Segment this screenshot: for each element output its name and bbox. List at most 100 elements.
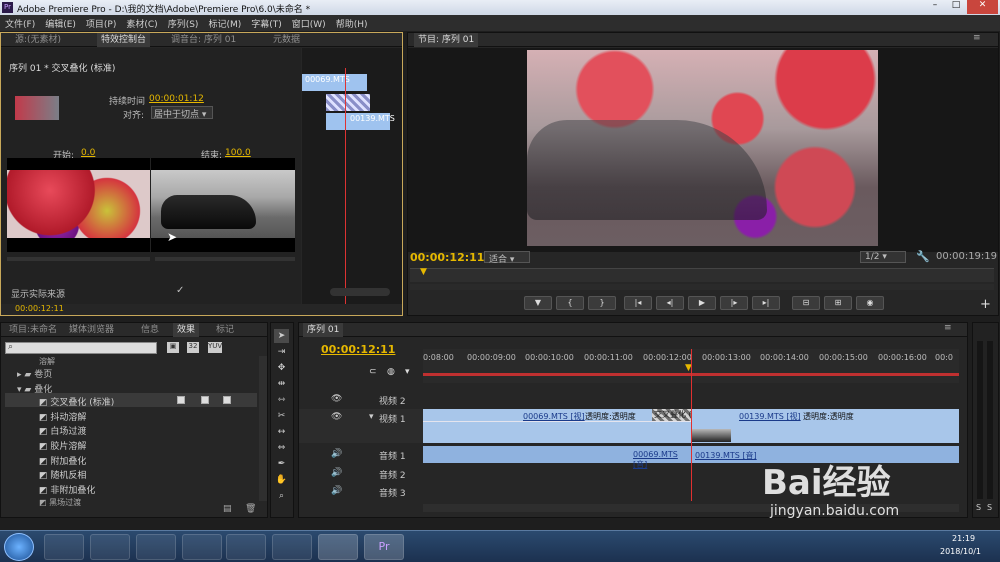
effects-search-input[interactable]: ⌕	[5, 342, 157, 354]
linked-selection-icon[interactable]: ◍	[387, 367, 395, 377]
duration-value[interactable]: 00:00:01:12	[149, 94, 204, 104]
tab-audio-mixer[interactable]: 调音台: 序列 01	[167, 33, 240, 47]
export-frame-button[interactable]: ◉	[856, 296, 884, 310]
taskbar-qq-icon[interactable]	[136, 534, 176, 560]
a2-speaker-icon[interactable]: 🔊	[331, 468, 342, 478]
wrench-icon[interactable]: 🔧	[916, 250, 930, 263]
effect-timecode[interactable]: 00:00:12:11	[15, 304, 64, 313]
menu-marker[interactable]: 标记(M)	[203, 15, 246, 32]
program-time-ruler[interactable]: ▼	[410, 267, 994, 282]
menu-edit[interactable]: 编辑(E)	[40, 15, 81, 32]
ripple-edit-tool-icon[interactable]: ✥	[274, 361, 289, 375]
lift-button[interactable]: ⊟	[792, 296, 820, 310]
add-button-icon[interactable]: +	[980, 297, 991, 312]
close-button[interactable]: ✕	[967, 0, 998, 14]
tab-source[interactable]: 源:(无素材)	[11, 33, 65, 47]
effect-cross-dissolve[interactable]: ◩ 交叉叠化 (标准)	[39, 395, 114, 408]
a1-speaker-icon[interactable]: 🔊	[331, 449, 342, 459]
tab-markers[interactable]: 标记	[212, 323, 238, 337]
extract-button[interactable]: ⊞	[824, 296, 852, 310]
tab-media-browser[interactable]: 媒体浏览器	[65, 323, 118, 337]
go-to-in-button[interactable]: |◂	[624, 296, 652, 310]
clip-audio-00069[interactable]: 00069.MTS [音]	[423, 446, 691, 469]
slip-tool-icon[interactable]: ↔	[274, 425, 289, 439]
tab-info[interactable]: 信息	[137, 323, 163, 337]
accelerated-effects-icon[interactable]: ▣	[167, 342, 179, 353]
menu-clip[interactable]: 素材(C)	[121, 15, 162, 32]
rolling-edit-tool-icon[interactable]: ⇹	[274, 377, 289, 391]
selection-tool-icon[interactable]: ➤	[274, 329, 289, 343]
fit-dropdown[interactable]: 适合 ▾	[484, 251, 530, 265]
opacity-label-b[interactable]: 透明度:透明度	[803, 411, 854, 422]
32bit-effects-icon[interactable]: 32	[187, 342, 199, 353]
panel-menu-icon[interactable]: ≡	[973, 33, 981, 43]
tab-metadata[interactable]: 元数据	[269, 33, 304, 47]
v2-visibility-icon[interactable]: 👁	[331, 394, 342, 404]
solo-right-button[interactable]: S	[987, 503, 992, 512]
align-dropdown[interactable]: 居中于切点 ▾	[151, 106, 213, 120]
taskbar-player-icon[interactable]	[182, 534, 222, 560]
start-button[interactable]	[4, 533, 34, 561]
show-source-checkbox[interactable]: ✓	[176, 285, 184, 296]
effect-film-dissolve[interactable]: ◩ 胶片溶解	[39, 439, 86, 452]
menu-window[interactable]: 窗口(W)	[287, 15, 331, 32]
timeline-marker-icon[interactable]: ▾	[405, 367, 410, 377]
zoom-tool-icon[interactable]: ⌕	[274, 489, 289, 503]
v1-collapse-icon[interactable]: ▾	[369, 412, 374, 422]
end-slider[interactable]	[155, 257, 295, 261]
folder-wipe-row[interactable]: ▸ ▰ 卷页	[17, 367, 52, 380]
program-timecode[interactable]: 00:00:12:11	[410, 251, 484, 264]
opacity-line-a[interactable]	[423, 421, 691, 422]
yuv-effects-icon[interactable]: YUV	[208, 342, 222, 353]
delete-icon[interactable]: 🗑	[245, 504, 256, 514]
mark-in-button[interactable]: {	[556, 296, 584, 310]
tab-program[interactable]: 节目: 序列 01	[414, 33, 479, 47]
menu-project[interactable]: 项目(P)	[81, 15, 121, 32]
slide-tool-icon[interactable]: ⇔	[274, 441, 289, 455]
razor-tool-icon[interactable]: ✂	[274, 409, 289, 423]
effect-additive-dissolve[interactable]: ◩ 附加叠化	[39, 454, 86, 467]
menu-sequence[interactable]: 序列(S)	[163, 15, 204, 32]
timeline-timecode[interactable]: 00:00:12:11	[321, 343, 395, 356]
add-marker-button[interactable]: ▼	[524, 296, 552, 310]
rate-stretch-tool-icon[interactable]: ⇿	[274, 393, 289, 407]
tab-effect-controls[interactable]: 特效控制台	[97, 33, 151, 47]
taskbar-360-icon[interactable]	[44, 534, 84, 560]
program-scrollbar[interactable]	[410, 284, 994, 290]
taskbar-explorer-icon[interactable]	[90, 534, 130, 560]
play-button[interactable]: ▶	[688, 296, 716, 310]
program-playhead-icon[interactable]: ▼	[420, 267, 427, 277]
step-forward-button[interactable]: |▸	[720, 296, 748, 310]
track-select-tool-icon[interactable]: ⇥	[274, 345, 289, 359]
a3-speaker-icon[interactable]: 🔊	[331, 486, 342, 496]
effect-dip-to-black[interactable]: ◩ 黑场过渡	[39, 497, 81, 508]
tab-effects[interactable]: 效果	[173, 323, 200, 337]
end-value[interactable]: 100.0	[225, 148, 251, 158]
solo-left-button[interactable]: S	[976, 503, 981, 512]
clip-video-00069[interactable]: 00069.MTS [视] 透明度:透明度	[423, 409, 691, 443]
clip-b[interactable]: 00139.MTS	[326, 113, 395, 130]
menu-help[interactable]: 帮助(H)	[331, 15, 373, 32]
effect-dither-dissolve[interactable]: ◩ 抖动溶解	[39, 410, 86, 423]
mark-out-button[interactable]: }	[588, 296, 616, 310]
start-slider[interactable]	[7, 257, 150, 261]
taskbar-firefox-icon[interactable]	[226, 534, 266, 560]
start-value[interactable]: 0.0	[81, 148, 95, 158]
snap-icon[interactable]: ⊂	[369, 367, 377, 377]
tree-item-top[interactable]: 溶解	[39, 356, 55, 367]
hand-tool-icon[interactable]: ✋	[274, 473, 289, 487]
effect-dip-to-white[interactable]: ◩ 白场过渡	[39, 424, 86, 437]
menu-title[interactable]: 字幕(T)	[246, 15, 287, 32]
clip-a[interactable]: 00069.MTS	[302, 74, 367, 91]
pen-tool-icon[interactable]: ✒	[274, 457, 289, 471]
minimize-button[interactable]: –	[925, 0, 945, 14]
quality-dropdown[interactable]: 1/2 ▾	[860, 251, 906, 263]
effect-random-invert[interactable]: ◩ 随机反相	[39, 468, 86, 481]
tab-project[interactable]: 项目:未命名	[5, 323, 61, 337]
new-bin-icon[interactable]: ▤	[223, 504, 232, 514]
clock-time[interactable]: 21:19	[952, 534, 975, 543]
project-scrollbar[interactable]	[259, 356, 267, 501]
menu-file[interactable]: 文件(F)	[0, 15, 40, 32]
maximize-button[interactable]: □	[946, 0, 966, 14]
taskbar-record-icon[interactable]	[318, 534, 358, 560]
